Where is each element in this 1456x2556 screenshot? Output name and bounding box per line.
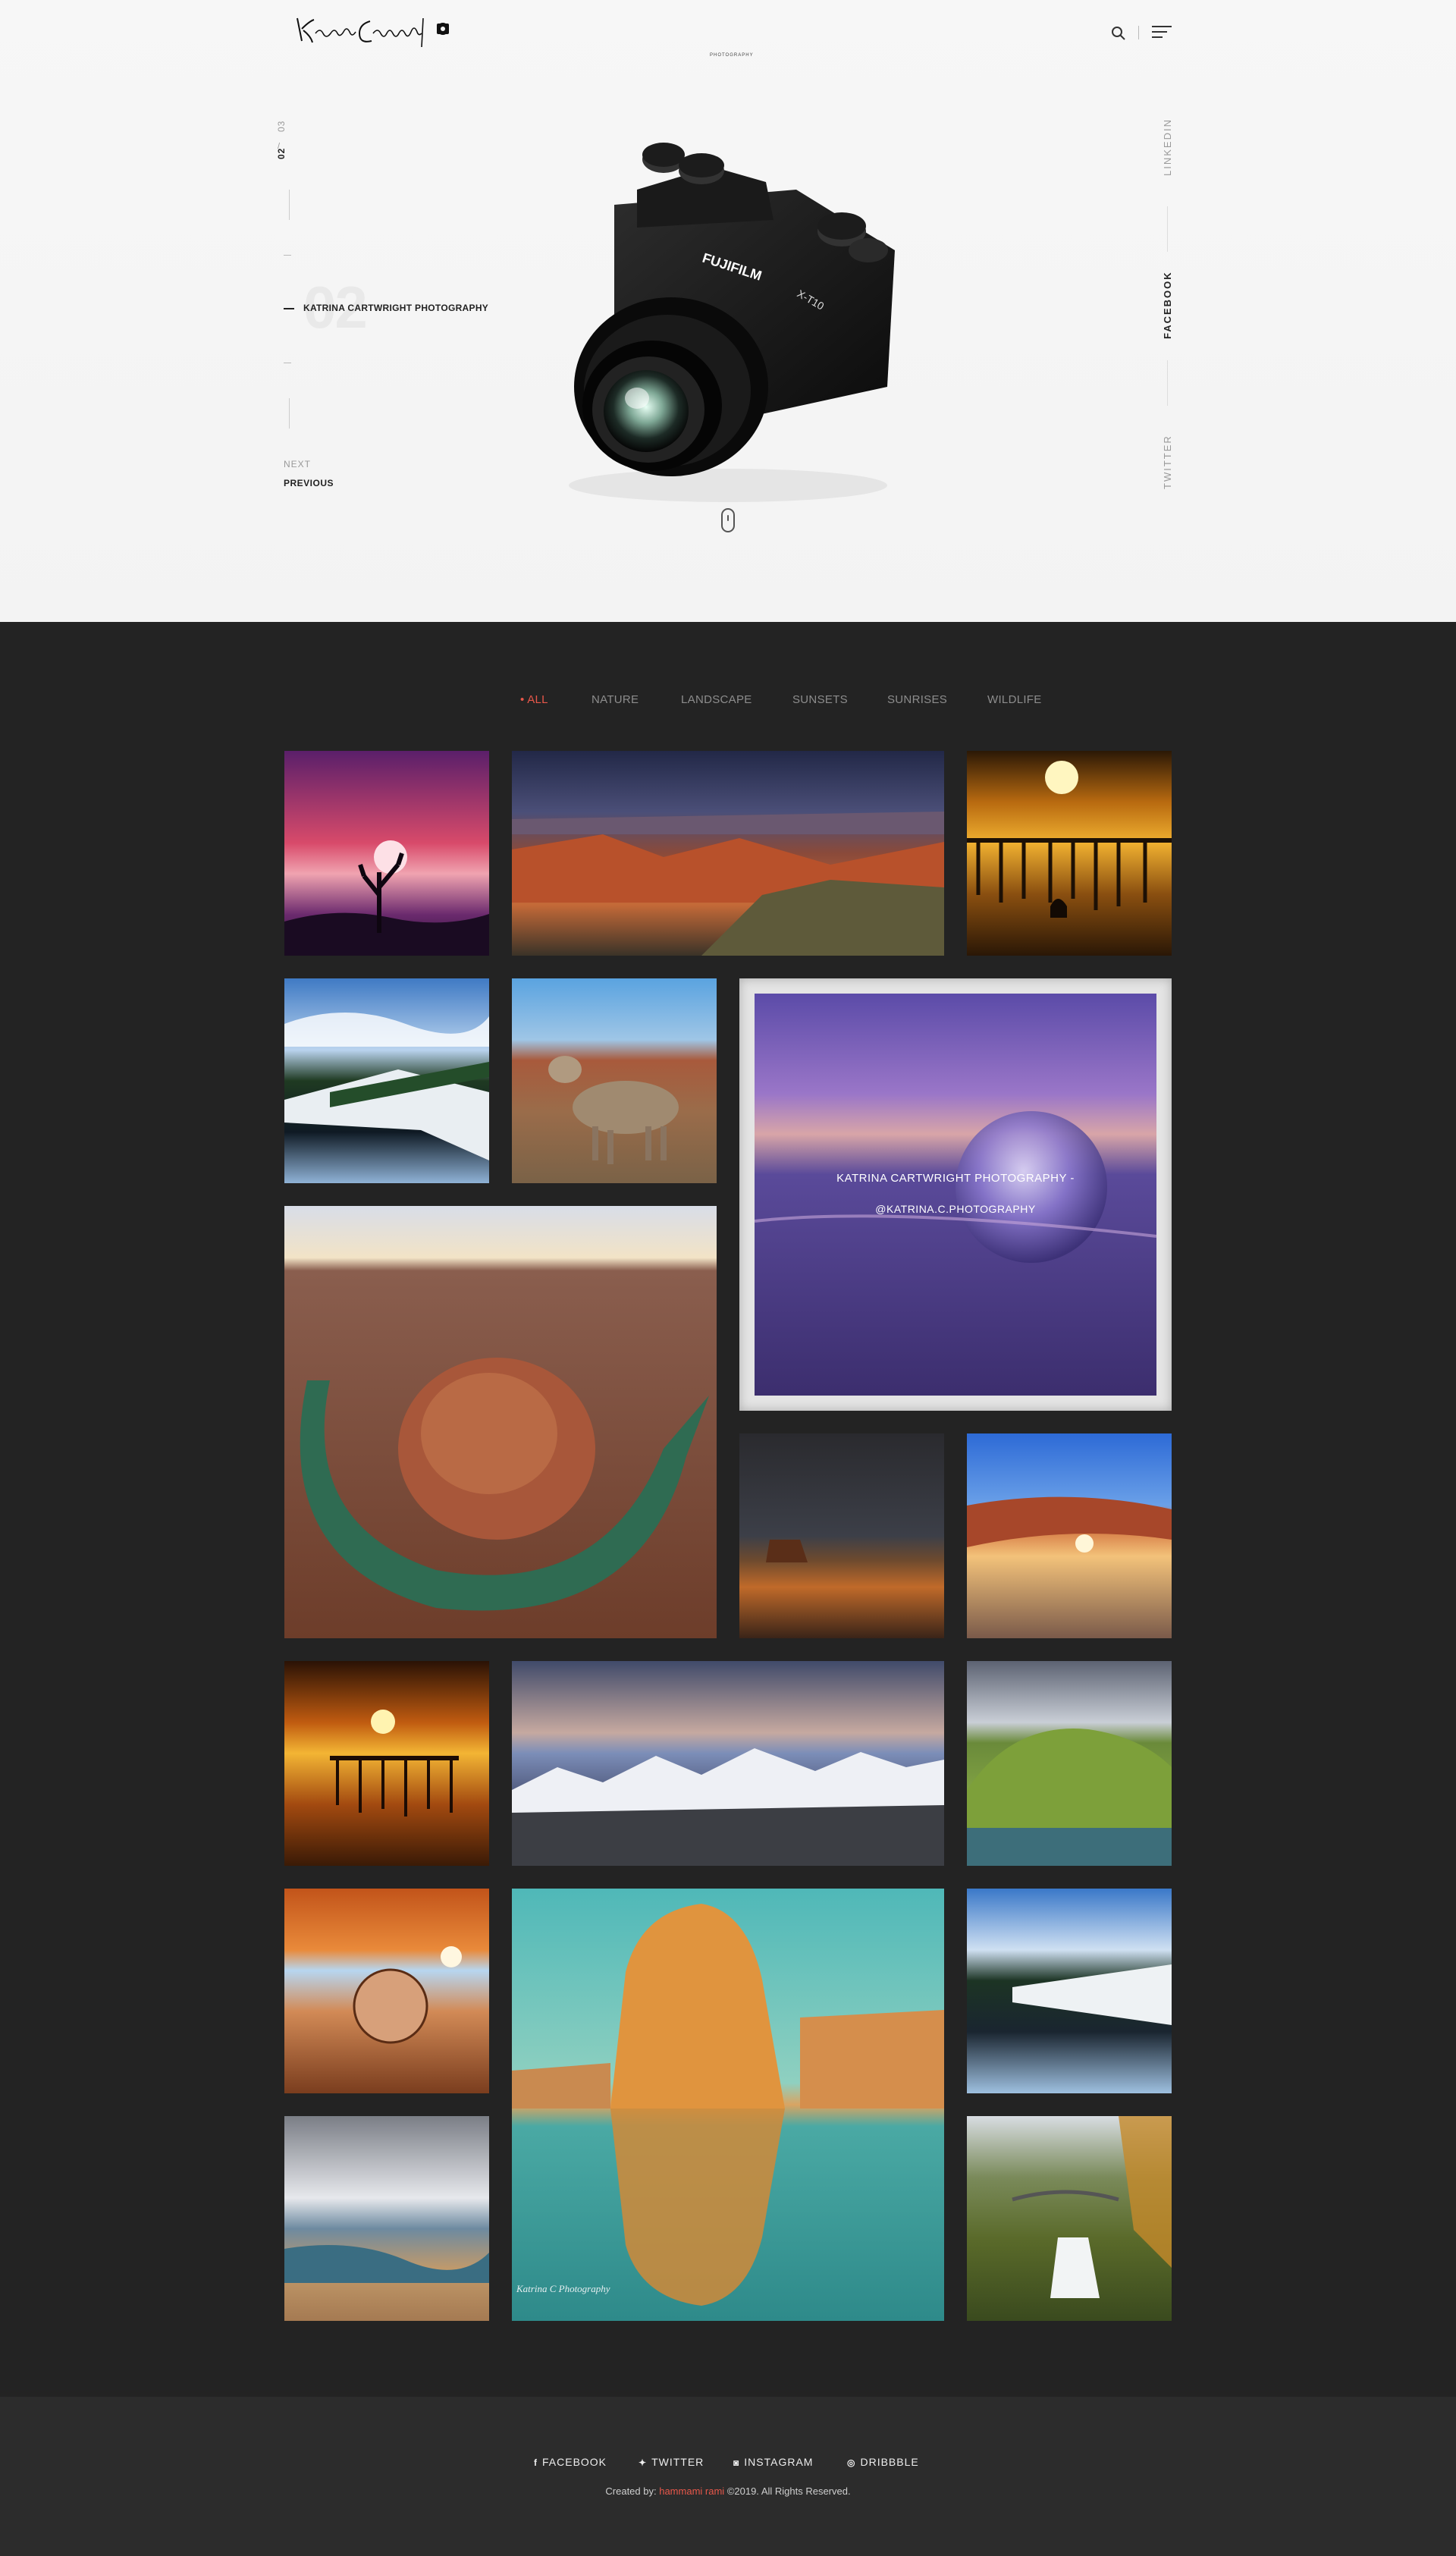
gallery-item-joshua-tree-sunset[interactable] [284,751,489,956]
gallery-item-pier-sunset-bird[interactable] [967,751,1172,956]
gallery-item-cloudy-lake[interactable] [284,2116,489,2321]
facebook-icon: f [534,2457,538,2468]
search-icon[interactable] [1110,25,1127,42]
social-divider [1167,360,1168,406]
featured-gallery-item[interactable]: KATRINA CARTWRIGHT PHOTOGRAPHY - @KATRIN… [739,978,1172,1411]
dribbble-icon: ◎ [847,2457,856,2468]
slide-counter: 03 / 02 [276,115,306,165]
filter-sunrises[interactable]: SUNRISES [887,693,947,706]
gallery-item-mesa-arch-sunrise[interactable] [967,1433,1172,1638]
gallery-item-bighorn-sheep[interactable] [512,978,717,1183]
gallery-item-arch-crystal-ball[interactable] [284,1889,489,2093]
author-link[interactable]: hammami rami [659,2485,724,2497]
gallery-item-stormy-mesa[interactable] [739,1433,944,1638]
footer-facebook-link[interactable]: f FACEBOOK [534,2456,607,2468]
featured-title: KATRINA CARTWRIGHT PHOTOGRAPHY - [836,1172,1075,1185]
slide-dash-1[interactable] [284,255,291,256]
footer-dribbble-link[interactable]: ◎ DRIBBBLE [847,2456,919,2468]
social-twitter[interactable]: TWITTER [1162,435,1173,489]
next-button[interactable]: NEXT [284,459,311,469]
footer-instagram-link[interactable]: ◙ INSTAGRAM [733,2456,813,2468]
footer-twitter-link[interactable]: ✦ TWITTER [639,2456,704,2468]
filter-landscape[interactable]: LANDSCAPE [681,693,752,706]
twitter-icon: ✦ [639,2457,648,2468]
gallery-item-grand-canyon[interactable] [512,751,944,956]
gallery-item-snowy-mountains[interactable] [512,1661,944,1866]
nav-line [289,190,290,220]
previous-button[interactable]: PREVIOUS [284,478,334,488]
featured-handle[interactable]: @KATRINA.C.PHOTOGRAPHY [739,1203,1172,1215]
slide-title[interactable]: KATRINA CARTWRIGHT PHOTOGRAPHY [303,303,488,313]
slide-current: 02 [276,147,287,159]
site-logo[interactable]: PHOTOGRAPHY [294,11,753,58]
gallery-item-green-hills[interactable] [967,1661,1172,1866]
slide-dash-active[interactable] [284,308,294,309]
gallery-item-snowy-river[interactable] [284,978,489,1183]
instagram-icon: ◙ [733,2457,740,2468]
portfolio-filters: • ALL NATURE LANDSCAPE SUNSETS SUNRISES … [0,693,1456,710]
filter-wildlife[interactable]: WILDLIFE [987,693,1042,706]
crystal-ball-image [755,994,1156,1396]
filter-all[interactable]: • ALL [520,693,548,706]
filter-sunsets[interactable]: SUNSETS [792,693,848,706]
social-facebook[interactable]: FACEBOOK [1162,271,1173,339]
scroll-down-icon[interactable] [721,508,735,532]
site-footer: f FACEBOOK ✦ TWITTER ◙ INSTAGRAM ◎ DRIBBBLE … [0,2397,1456,2556]
social-divider [1167,206,1168,252]
logo-signature [297,17,449,48]
hero-section: PHOTOGRAPHY 03 / 02 02 KATRINA CARTWRIGH… [0,0,1456,622]
header-divider [1138,26,1139,39]
social-linkedin[interactable]: LINKEDIN [1162,118,1173,176]
footer-credits: Created by: hammami rami ©2019. All Righ… [605,2485,851,2497]
hero-camera-image: FUJIFILM X-T10 [523,137,918,516]
gallery-item-pier-sunset-orange[interactable] [284,1661,489,1866]
logo-subtitle: PHOTOGRAPHY [710,53,754,58]
gallery-item-lone-rock-reflection[interactable]: Katrina C Photography [512,1889,944,2321]
filter-nature[interactable]: NATURE [592,693,639,706]
menu-icon[interactable] [1152,26,1172,41]
gallery-item-horseshoe-bend[interactable] [284,1206,717,1638]
gallery-item-waterfall-reflection[interactable] [967,1889,1172,2093]
nav-line [289,398,290,429]
photo-watermark: Katrina C Photography [516,2283,610,2294]
gallery-item-autumn-waterfall[interactable] [967,2116,1172,2321]
slide-total: 03 [276,120,287,132]
